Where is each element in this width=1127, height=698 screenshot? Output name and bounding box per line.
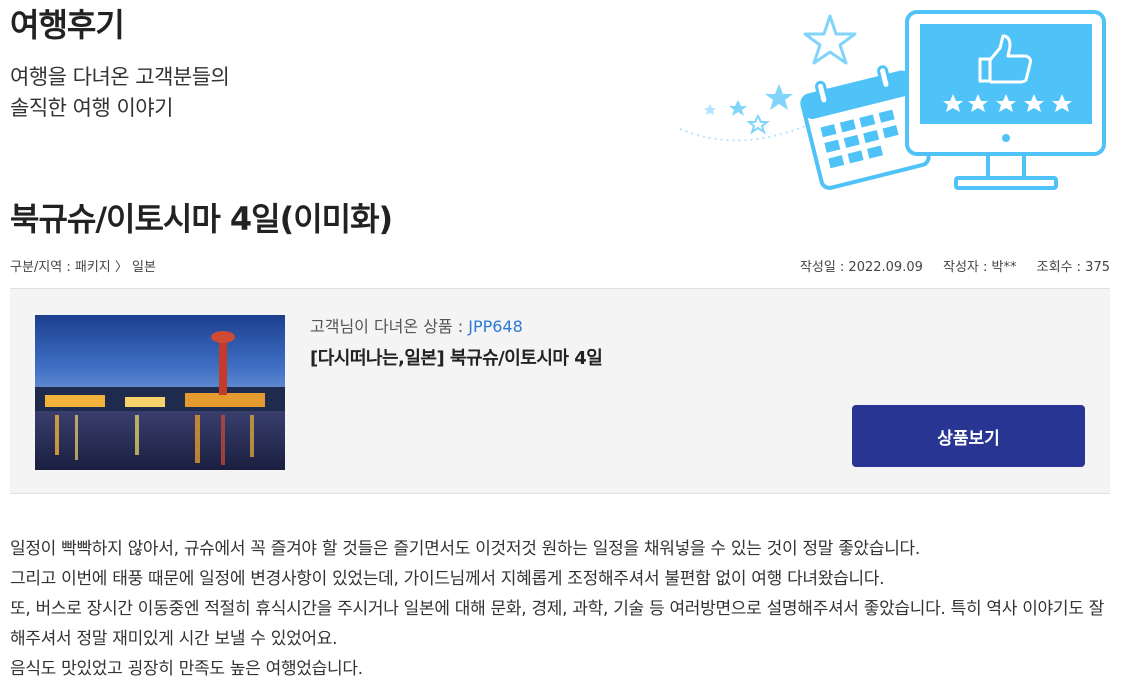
post-author: 작성자 : 박** — [943, 260, 1017, 275]
product-label-text: 고객님이 다녀온 상품 : — [310, 317, 469, 336]
star-icon — [729, 100, 747, 116]
review-paragraph: 음식도 맛있었고 굉장히 만족도 높은 여행었습니다. — [10, 659, 363, 679]
review-title: 북규슈/이토시마 4일(이미화) — [10, 200, 393, 238]
review-meta-right: 작성일 : 2022.09.09 작성자 : 박** 조회수 : 375 — [784, 256, 1110, 275]
subtitle-line: 여행을 다녀온 고객분들의 — [10, 65, 230, 89]
review-meta: 구분/지역 : 패키지 〉 일본 작성일 : 2022.09.09 작성자 : … — [10, 256, 1110, 276]
view-count: 조회수 : 375 — [1036, 260, 1110, 275]
subtitle-line: 솔직한 여행 이야기 — [10, 96, 173, 120]
product-card: 고객님이 다녀온 상품 : JPP648 [다시떠나는,일본] 북규슈/이토시마… — [10, 288, 1110, 494]
star-icon — [704, 104, 716, 115]
product-code-link[interactable]: JPP648 — [468, 317, 523, 336]
star-icon — [803, 14, 857, 65]
star-icon — [746, 113, 770, 135]
breadcrumb-category: 구분/지역 : 패키지 〉 일본 — [10, 260, 156, 275]
post-date: 작성일 : 2022.09.09 — [799, 260, 923, 275]
monitor-icon — [905, 10, 1106, 190]
review-paragraph: 또, 버스로 장시간 이동중엔 적절히 휴식시간을 주시거나 일본에 대해 문화… — [10, 599, 1105, 649]
review-body: 일정이 빡빡하지 않아서, 규슈에서 꼭 즐겨야 할 것들은 즐기면서도 이것저… — [10, 534, 1110, 684]
review-paragraph: 그리고 이번에 태풍 때문에 일정에 변경사항이 있었는데, 가이드님께서 지혜… — [10, 569, 885, 589]
product-label: 고객님이 다녀온 상품 : JPP648 — [310, 313, 523, 337]
product-name[interactable]: [다시떠나는,일본] 북규슈/이토시마 4일 — [310, 344, 603, 370]
review-paragraph: 일정이 빡빡하지 않아서, 규슈에서 꼭 즐겨야 할 것들은 즐기면서도 이것저… — [10, 539, 920, 559]
star-icon — [765, 84, 793, 110]
review-illustration — [679, 10, 1106, 190]
view-product-button[interactable]: 상품보기 — [852, 405, 1085, 467]
page-title: 여행후기 — [10, 6, 125, 44]
product-thumbnail[interactable] — [35, 315, 285, 470]
page-subtitle: 여행을 다녀온 고객분들의 솔직한 여행 이야기 — [10, 62, 230, 124]
